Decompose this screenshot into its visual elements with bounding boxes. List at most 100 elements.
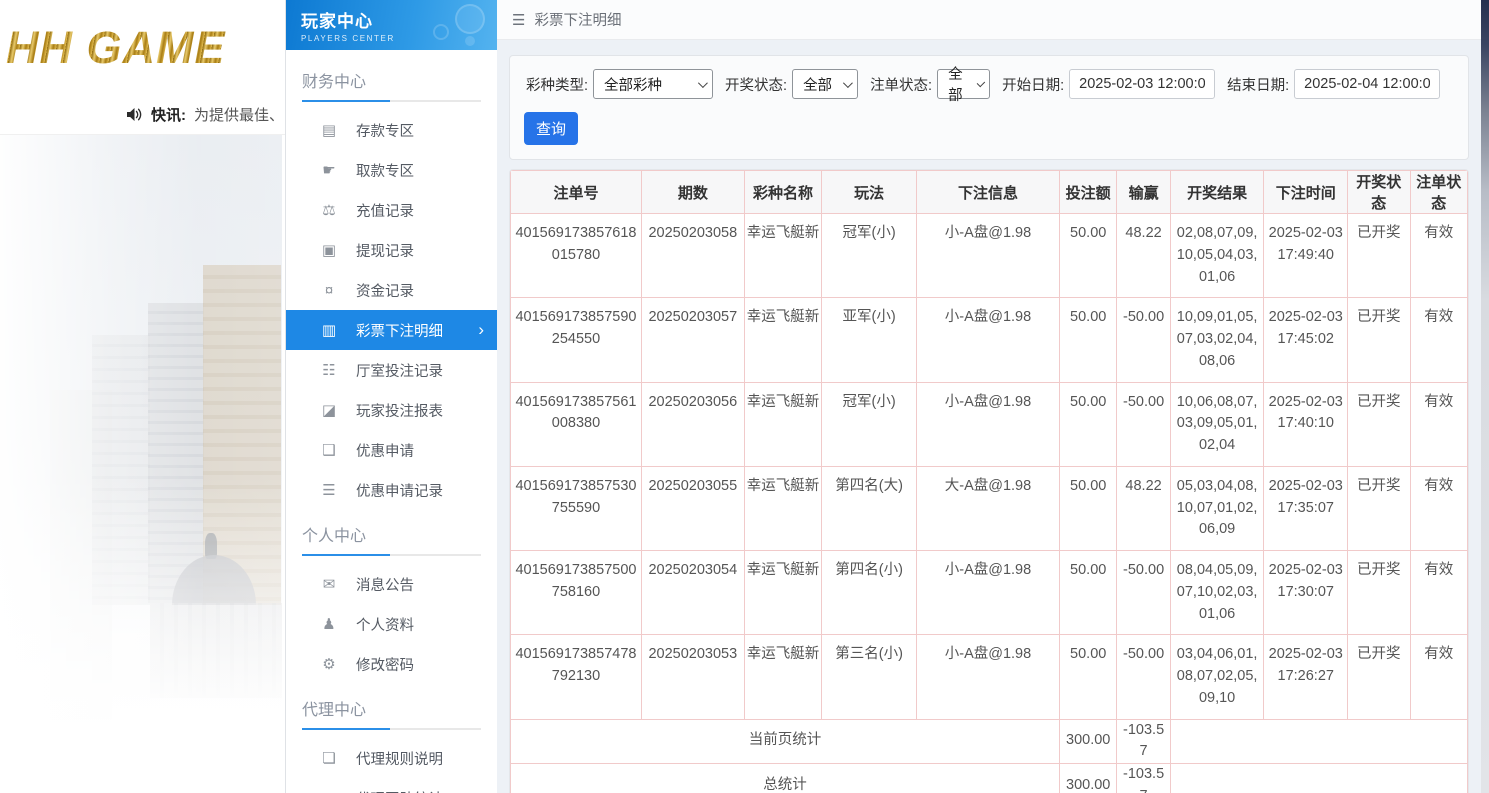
sidebar-item[interactable]: ▤ 存款专区 [286,110,497,150]
cell-bet-info: 小-A盘@1.98 [915,634,1060,720]
cell-bet-info: 小-A盘@1.98 [915,549,1060,636]
cell-lottery-name: 幸运飞艇新 [743,634,823,720]
draw-status-select[interactable]: 全部 [792,69,859,99]
cell-period: 20250203056 [640,381,745,467]
sidebar-item[interactable]: ♟ 个人资料 [286,604,497,644]
summary-winloss-total: -103.57 [1116,763,1171,793]
table-foot: 当前页统计300.00-103.57总统计300.00-103.57 [510,718,1468,793]
chevron-down-icon [976,78,986,87]
lottery-detail-icon: ▥ [321,322,337,339]
cell-bet-id: 401569173857530755590 [510,465,642,552]
sidebar-item[interactable]: ⚙ 修改密码 [286,644,497,684]
app-window: HH GAME 快讯: 为提供最佳、 玩家中心 PLAYERS CENTER 财… [0,0,1489,793]
sidebar-item-label: 资金记录 [356,283,414,300]
withdraw-hand-icon: ☛ [322,162,336,179]
column-header: 注单状态 [1409,170,1468,214]
sidebar-item[interactable]: ☛ 取款专区 [286,150,497,190]
chevron-down-icon [697,77,708,88]
section-divider [302,728,481,730]
sidebar-item[interactable]: ◪ 玩家投注报表 [286,390,497,430]
sidebar-item-label: 修改密码 [356,657,414,674]
column-header: 下注时间 [1263,170,1349,214]
cell-win-loss: -50.00 [1116,297,1171,383]
sidebar-item[interactable]: ☷ 厅室投注记录 [286,350,497,390]
cell-win-loss: -50.00 [1116,634,1171,720]
photo-fade-overlay [0,135,282,793]
scrollbar-track[interactable] [1481,0,1489,793]
cell-bet-id: 401569173857500758160 [510,549,642,636]
document-icon: ❏ [322,750,336,767]
lottery-type-select[interactable]: 全部彩种 [593,69,714,99]
gamepad-decoration-icon [419,2,489,48]
sidebar-item-label: 取款专区 [356,163,414,180]
summary-label: 总统计 [510,763,1060,793]
cell-bet-id: 401569173857478792130 [510,634,642,720]
cell-play-type: 冠军(小) [821,212,917,299]
sidebar-item-label: 厅室投注记录 [356,363,443,380]
cell-win-loss: -50.00 [1116,381,1171,467]
draw-status-value: 全部 [803,77,833,94]
bet-status-select[interactable]: 全部 [937,67,991,104]
sidebar-item[interactable]: ❏ 代理规则说明 [286,738,497,778]
column-header: 输赢 [1116,170,1171,214]
cell-bet-status: 有效 [1409,634,1468,720]
cell-bet-info: 小-A盘@1.98 [915,381,1060,467]
cell-draw-status: 已开奖 [1347,549,1411,636]
sidebar-item-label: 代理规则说明 [356,751,443,768]
table-row: 401569173857500758160 20250203054 幸运飞艇新 第四名… [510,549,1468,636]
sidebar-item-label: 代理团队统计 [356,788,443,793]
user-icon: ♟ [322,616,336,633]
summary-row: 当前页统计 300.00 -103.57 [510,718,1468,764]
sidebar-item[interactable]: ❑ 优惠申请 [286,430,497,470]
cell-bet-time: 2025-02-03 17:40:10 [1263,381,1349,467]
filter-panel: 彩种类型: 全部彩种 开奖状态: 全部 注单状态: 全部 开始日期: 结束日期: [509,55,1469,160]
column-header: 期数 [640,170,745,214]
lottery-type-value: 全部彩种 [604,77,663,94]
withdraw-record-icon: ▣ [321,242,337,259]
sidebar-item[interactable]: ▦ 代理团队统计 [286,778,497,793]
sidebar: 玩家中心 PLAYERS CENTER 财务中心 ▤ 存款专区 ☛ 取款专区 ⚖ 充值记录 ▣… [285,0,497,793]
sidebar-item[interactable]: ▣ 提现记录 [286,230,497,270]
sidebar-section-title: 代理中心 [302,702,367,719]
sidebar-item[interactable]: ✉ 消息公告 [286,564,497,604]
sidebar-item[interactable]: ⚖ 充值记录 [286,190,497,230]
cell-bet-time: 2025-02-03 17:30:07 [1263,549,1349,636]
bet-status-value: 全部 [948,67,963,104]
column-header: 下注信息 [915,170,1060,214]
start-date-input[interactable] [1069,69,1216,99]
sidebar-item[interactable]: ¤ 资金记录 [286,270,497,310]
cell-bet-time: 2025-02-03 17:26:27 [1263,634,1349,720]
news-ticker-bar: 快讯: 为提供最佳、 [0,95,285,135]
sidebar-item[interactable]: ▥ 彩票下注明细 › [286,310,497,350]
brand-logo: HH GAME [6,21,226,73]
end-date-input[interactable] [1294,69,1441,99]
news-marquee-text: 为提供最佳、 [194,107,285,124]
cell-draw-result: 02,08,07,09,10,05,04,03,01,06 [1169,212,1265,299]
cell-play-type: 亚军(小) [821,297,917,383]
cell-bet-id: 401569173857590254550 [510,297,642,383]
column-header: 注单号 [510,170,642,214]
chevron-down-icon [843,77,853,88]
table-header-row: 注单号 期数 彩种名称 玩法 下注信息 投注额 输赢 开奖结果 下注时间 开奖状态 注单状态 [510,170,1468,214]
summary-empty-cell [1169,718,1468,764]
table-body: 401569173857618015780 20250203058 幸运飞艇新 冠军(… [510,212,1468,720]
cell-bet-status: 有效 [1409,465,1468,552]
cell-lottery-name: 幸运飞艇新 [743,212,823,299]
player-report-icon: ◪ [321,402,337,419]
table-row: 401569173857530755590 20250203055 幸运飞艇新 第四名… [510,465,1468,552]
bets-table-panel: 注单号 期数 彩种名称 玩法 下注信息 投注额 输赢 开奖结果 下注时间 开奖状态 注单状态 401… [509,169,1469,793]
sidebar-section-title: 个人中心 [302,528,367,545]
cell-draw-status: 已开奖 [1347,212,1411,299]
cell-win-loss: -50.00 [1116,549,1171,636]
table-row: 401569173857561008380 20250203056 幸运飞艇新 冠军(… [510,381,1468,467]
sidebar-item-label: 玩家投注报表 [356,403,443,420]
cell-win-loss: 48.22 [1116,465,1171,552]
sidebar-item[interactable]: ☰ 优惠申请记录 [286,470,497,510]
query-button[interactable]: 查询 [524,112,578,145]
cell-bet-amount: 50.00 [1058,549,1118,636]
cell-bet-status: 有效 [1409,549,1468,636]
cell-draw-result: 10,09,01,05,07,03,02,04,08,06 [1169,297,1265,383]
sidebar-nav: 财务中心 ▤ 存款专区 ☛ 取款专区 ⚖ 充值记录 ▣ 提现记录 ¤ 资金记录 ▥ 彩票下注明细 › ☷ 厅室… [286,50,497,793]
hamburger-icon[interactable]: ☰ [512,11,525,29]
cell-draw-result: 08,04,05,09,07,10,02,03,01,06 [1169,549,1265,636]
